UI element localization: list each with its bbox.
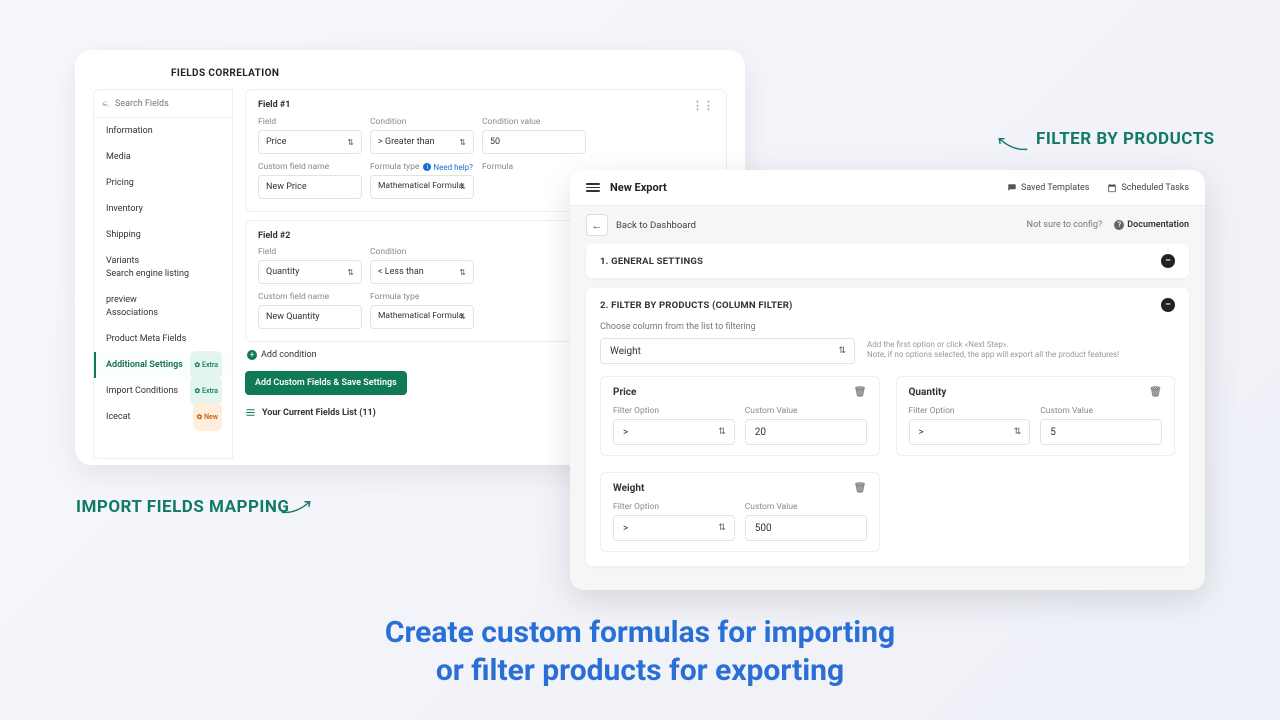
filter-card-price: Price 🗑 Filter Option > Custom Value 20 bbox=[600, 376, 880, 456]
condition-select[interactable]: < Less than bbox=[370, 260, 474, 284]
arrow-icon bbox=[280, 497, 315, 517]
sidebar-item-import-conditions[interactable]: Import Conditions✿ Extra bbox=[94, 378, 232, 404]
arrow-icon bbox=[994, 134, 1029, 154]
search-fields-input[interactable] bbox=[115, 99, 224, 109]
sidebar-item-icecat[interactable]: Icecat✿ New bbox=[94, 404, 232, 430]
scheduled-tasks-link[interactable]: Scheduled Tasks bbox=[1107, 183, 1189, 193]
fields-sidebar: Information Media Pricing Inventory Ship… bbox=[93, 89, 233, 459]
search-fields-wrap bbox=[94, 90, 232, 118]
export-subbar: ← Back to Dashboard Not sure to config? … bbox=[570, 206, 1205, 244]
export-title: New Export bbox=[586, 181, 667, 194]
filter-note: Add the first option or click «Next Step… bbox=[867, 338, 1175, 361]
sidebar-item-information[interactable]: Information bbox=[94, 118, 232, 144]
sidebar-item-seo[interactable]: Search engine listing preview bbox=[94, 274, 232, 300]
saved-templates-link[interactable]: Saved Templates bbox=[1007, 183, 1089, 193]
filter-option-select[interactable]: > bbox=[613, 419, 735, 445]
section-title: 2. FILTER BY PRODUCTS (COLUMN FILTER) bbox=[600, 300, 793, 311]
extra-badge: ✿ Extra bbox=[190, 377, 222, 405]
sidebar-item-pricing[interactable]: Pricing bbox=[94, 170, 232, 196]
collapse-icon[interactable]: – bbox=[1161, 254, 1175, 268]
field-select[interactable]: Price bbox=[258, 130, 362, 154]
plus-icon: + bbox=[247, 350, 257, 360]
need-help-link[interactable]: iNeed help? bbox=[423, 163, 473, 172]
formula-type-select[interactable]: Mathematical Formula bbox=[370, 175, 474, 199]
save-icon bbox=[1007, 183, 1017, 193]
arrow-left-icon: ← bbox=[592, 219, 603, 232]
filter-option-select[interactable]: > bbox=[909, 419, 1031, 445]
annotation-import-mapping: IMPORT FIELDS MAPPING bbox=[76, 497, 289, 517]
label-condition: Condition bbox=[370, 117, 474, 127]
section-title: 1. GENERAL SETTINGS bbox=[600, 256, 703, 267]
field-block-title: Field #1 bbox=[258, 100, 290, 111]
sidebar-item-media[interactable]: Media bbox=[94, 144, 232, 170]
filter-name: Quantity bbox=[909, 387, 947, 398]
new-export-panel: New Export Saved Templates Scheduled Tas… bbox=[570, 170, 1205, 590]
filter-by-products-card: 2. FILTER BY PRODUCTS (COLUMN FILTER) – C… bbox=[586, 288, 1189, 566]
back-label[interactable]: Back to Dashboard bbox=[616, 220, 696, 231]
help-icon: ? bbox=[1114, 220, 1124, 230]
sidebar-item-inventory[interactable]: Inventory bbox=[94, 196, 232, 222]
field-select[interactable]: Quantity bbox=[258, 260, 362, 284]
back-button[interactable]: ← bbox=[586, 214, 608, 236]
filter-value-input[interactable]: 5 bbox=[1040, 419, 1162, 445]
label-custom-name: Custom field name bbox=[258, 292, 362, 302]
panel-title: FIELDS CORRELATION bbox=[171, 68, 727, 79]
column-select[interactable]: Weight bbox=[600, 338, 855, 364]
label-filter-option: Filter Option bbox=[909, 406, 1031, 416]
extra-badge: ✿ Extra bbox=[190, 351, 222, 379]
label-filter-option: Filter Option bbox=[613, 502, 735, 512]
label-condition: Condition bbox=[370, 247, 474, 257]
calendar-icon bbox=[1107, 183, 1117, 193]
delete-filter-icon[interactable]: 🗑 bbox=[1149, 387, 1162, 398]
drag-handle-icon[interactable]: ⋮⋮ bbox=[692, 100, 714, 111]
sidebar-item-additional-settings[interactable]: Additional Settings✿ Extra bbox=[94, 352, 232, 378]
list-icon bbox=[245, 407, 256, 418]
field-block-title: Field #2 bbox=[258, 231, 290, 241]
label-formula-type: Formula type iNeed help? bbox=[370, 162, 474, 172]
export-topbar: New Export Saved Templates Scheduled Tas… bbox=[570, 170, 1205, 206]
label-filter-option: Filter Option bbox=[613, 406, 735, 416]
label-custom-name: Custom field name bbox=[258, 162, 362, 172]
label-custom-value: Custom Value bbox=[1040, 406, 1162, 416]
filter-value-input[interactable]: 500 bbox=[745, 515, 867, 541]
choose-column-hint: Choose column from the list to filtering bbox=[600, 322, 1175, 332]
label-field: Field bbox=[258, 247, 362, 257]
label-condition-value: Condition value bbox=[482, 117, 586, 127]
documentation-link[interactable]: ?Documentation bbox=[1114, 220, 1189, 230]
filter-value-input[interactable]: 20 bbox=[745, 419, 867, 445]
export-top-links: Saved Templates Scheduled Tasks bbox=[1007, 183, 1189, 193]
menu-icon[interactable] bbox=[586, 183, 600, 192]
custom-name-input[interactable]: New Quantity bbox=[258, 305, 362, 329]
filter-option-select[interactable]: > bbox=[613, 515, 735, 541]
collapse-icon[interactable]: – bbox=[1161, 298, 1175, 312]
delete-filter-icon[interactable]: 🗑 bbox=[854, 387, 867, 398]
condition-select[interactable]: > Greater than bbox=[370, 130, 474, 154]
condition-value-input[interactable]: 50 bbox=[482, 130, 586, 154]
filter-card-weight: Weight 🗑 Filter Option > Custom Value 500 bbox=[600, 472, 880, 552]
custom-name-input[interactable]: New Price bbox=[258, 175, 362, 199]
not-sure-text: Not sure to config? bbox=[1027, 220, 1103, 230]
formula-type-select[interactable]: Mathematical Formula bbox=[370, 305, 474, 329]
save-custom-fields-button[interactable]: Add Custom Fields & Save Settings bbox=[245, 371, 407, 395]
label-formula-type: Formula type bbox=[370, 292, 474, 302]
filter-name: Price bbox=[613, 387, 636, 398]
filter-card-quantity: Quantity 🗑 Filter Option > Custom Value 5 bbox=[896, 376, 1176, 456]
general-settings-card: 1. GENERAL SETTINGS – bbox=[586, 244, 1189, 278]
marketing-headline: Create custom formulas for importingor f… bbox=[0, 614, 1280, 689]
label-custom-value: Custom Value bbox=[745, 406, 867, 416]
sidebar-item-shipping[interactable]: Shipping bbox=[94, 222, 232, 248]
delete-filter-icon[interactable]: 🗑 bbox=[854, 483, 867, 494]
filter-name: Weight bbox=[613, 483, 644, 494]
annotation-filter-products: FILTER BY PRODUCTS bbox=[1036, 129, 1215, 149]
label-field: Field bbox=[258, 117, 362, 127]
sidebar-item-meta-fields[interactable]: Product Meta Fields bbox=[94, 326, 232, 352]
new-badge: ✿ New bbox=[193, 403, 223, 431]
search-icon bbox=[102, 99, 110, 108]
label-custom-value: Custom Value bbox=[745, 502, 867, 512]
